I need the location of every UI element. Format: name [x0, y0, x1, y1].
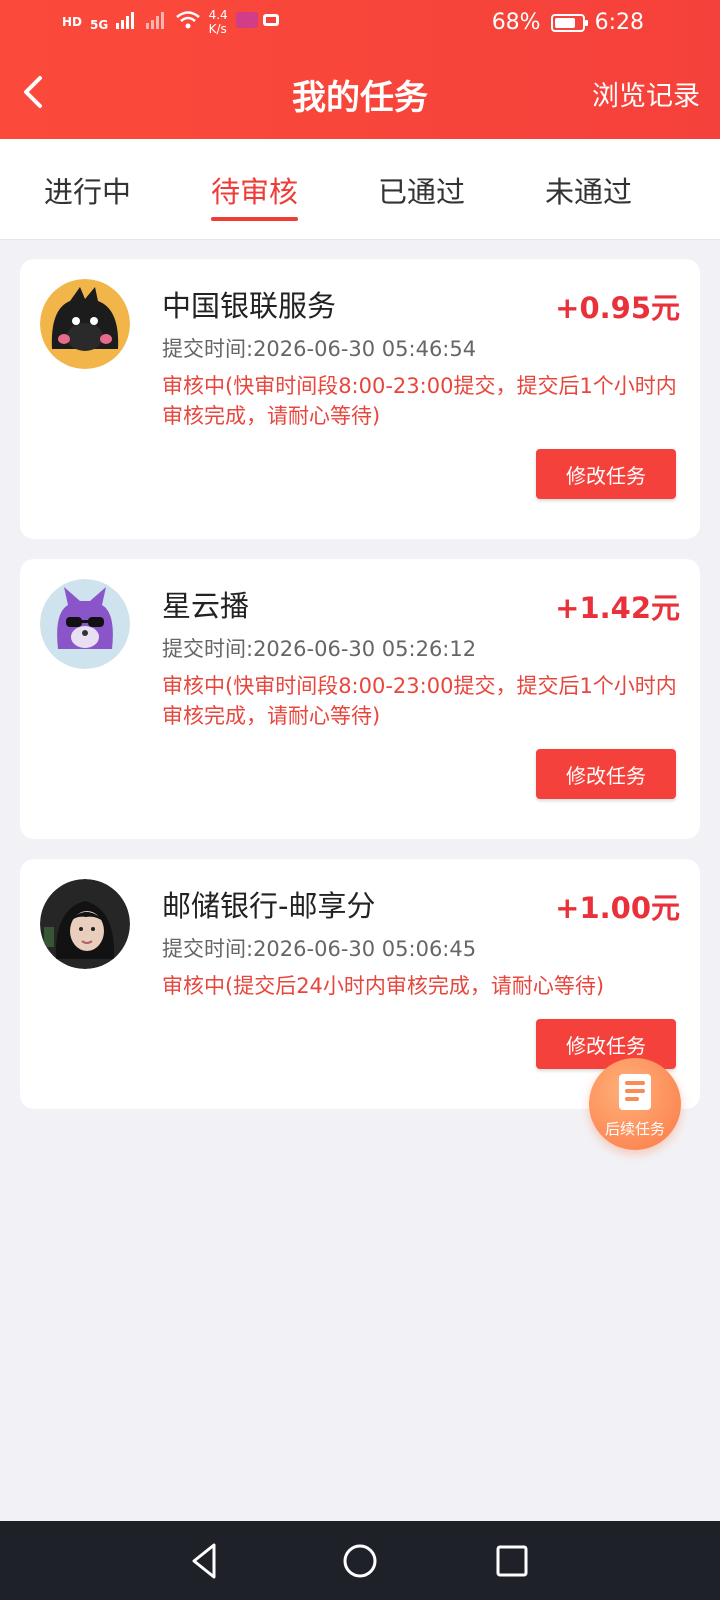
task-name: 星云播	[162, 589, 250, 623]
nav-home-button[interactable]	[338, 1539, 382, 1583]
document-list-icon	[619, 1074, 651, 1110]
avatar	[40, 279, 130, 369]
net-speed-value: 4.4	[208, 8, 228, 22]
signal-icon: 5G	[90, 10, 137, 34]
task-card[interactable]: 邮储银行-邮享分 +1.00元 提交时间:2026-06-30 05:06:45…	[20, 859, 700, 1109]
tab-pending-review[interactable]: 待审核	[211, 169, 299, 221]
tab-label: 进行中	[44, 175, 132, 209]
wifi-icon	[175, 10, 201, 35]
tab-in-progress[interactable]: 进行中	[44, 169, 131, 211]
status-tabs: 进行中 待审核 已通过 未通过	[0, 139, 720, 240]
triangle-back-icon	[192, 1543, 216, 1579]
app-notification-icon	[235, 10, 282, 35]
clock: 6:28	[594, 10, 644, 35]
battery-percent: 68%	[491, 10, 541, 35]
system-nav-bar	[0, 1521, 720, 1600]
task-name: 邮储银行-邮享分	[162, 889, 376, 923]
square-recents-icon	[496, 1545, 528, 1577]
browse-history-link[interactable]: 浏览记录	[592, 74, 700, 113]
tab-label: 已通过	[378, 175, 466, 209]
hd-indicator: HD	[62, 15, 83, 29]
submit-time: 提交时间:2026-06-30 05:46:54	[162, 337, 477, 361]
fab-label: 后续任务	[604, 1120, 665, 1138]
tab-label: 未通过	[545, 175, 633, 209]
task-card[interactable]: 星云播 +1.42元 提交时间:2026-06-30 05:26:12 审核中(…	[20, 559, 700, 839]
battery-icon	[550, 13, 588, 32]
nav-bar: 我的任务 浏览记录	[0, 46, 720, 139]
task-reward: +1.42元	[555, 591, 680, 625]
status-bar: HD 5G 4.4 K/s 68% 6:28	[0, 0, 720, 46]
submit-time: 提交时间:2026-06-30 05:06:45	[162, 937, 477, 961]
modify-task-button[interactable]: 修改任务	[536, 749, 676, 799]
avatar	[40, 579, 130, 669]
follow-up-tasks-button[interactable]: 后续任务	[589, 1058, 681, 1150]
network-type: 5G	[90, 18, 109, 32]
review-status-note: 审核中(快审时间段8:00-23:00提交，提交后1个小时内审核完成，请耐心等待…	[162, 374, 677, 428]
nav-recents-button[interactable]	[490, 1539, 534, 1583]
task-name: 中国银联服务	[162, 289, 337, 323]
nav-back-button[interactable]	[184, 1539, 228, 1583]
review-status-note: 审核中(提交后24小时内审核完成，请耐心等待)	[162, 974, 605, 998]
tab-approved[interactable]: 已通过	[378, 169, 465, 211]
app-header: HD 5G 4.4 K/s 68% 6:28 我的任务 浏览记录	[0, 0, 720, 139]
tab-rejected[interactable]: 未通过	[545, 169, 632, 211]
modify-task-button[interactable]: 修改任务	[536, 449, 676, 499]
active-tab-indicator	[211, 217, 299, 221]
modify-task-button[interactable]: 修改任务	[536, 1019, 676, 1069]
net-speed: 4.4 K/s	[209, 8, 228, 36]
tab-label: 待审核	[211, 175, 299, 209]
review-status-note: 审核中(快审时间段8:00-23:00提交，提交后1个小时内审核完成，请耐心等待…	[162, 674, 677, 728]
task-reward: +0.95元	[555, 291, 680, 325]
signal-2-icon	[145, 10, 167, 34]
net-speed-unit: K/s	[208, 22, 227, 36]
task-reward: +1.00元	[555, 891, 680, 925]
circle-home-icon	[343, 1544, 377, 1578]
avatar	[40, 879, 130, 969]
submit-time: 提交时间:2026-06-30 05:26:12	[162, 637, 477, 661]
task-card[interactable]: 中国银联服务 +0.95元 提交时间:2026-06-30 05:46:54 审…	[20, 259, 700, 539]
